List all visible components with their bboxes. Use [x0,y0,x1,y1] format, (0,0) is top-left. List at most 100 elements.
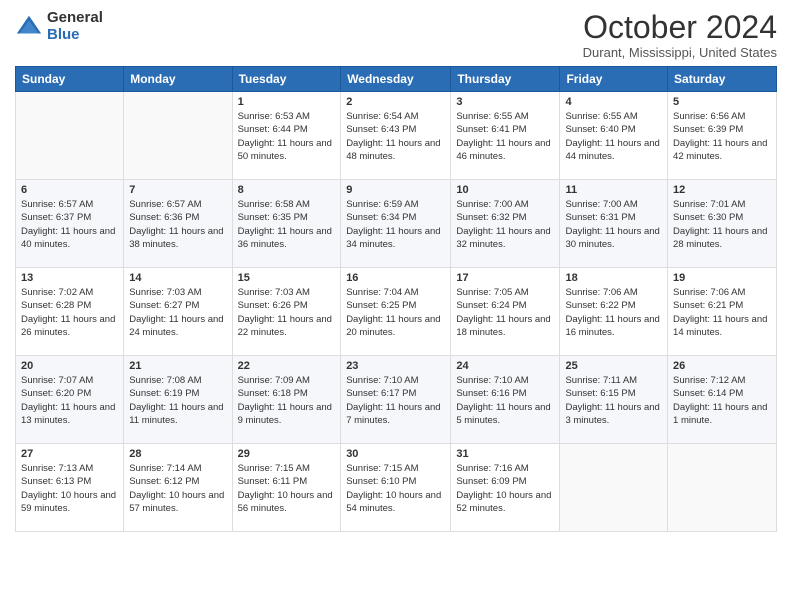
day-info: Sunrise: 6:54 AM Sunset: 6:43 PM Dayligh… [346,110,445,163]
day-info: Sunrise: 7:16 AM Sunset: 6:09 PM Dayligh… [456,462,554,515]
day-info: Sunrise: 7:15 AM Sunset: 6:10 PM Dayligh… [346,462,445,515]
calendar-cell: 30 Sunrise: 7:15 AM Sunset: 6:10 PM Dayli… [341,444,451,532]
logo: General Blue [15,10,103,43]
calendar-week-2: 6 Sunrise: 6:57 AM Sunset: 6:37 PM Daylig… [16,180,777,268]
day-number: 4 [565,96,662,108]
day-number: 29 [238,448,336,460]
day-info: Sunrise: 7:08 AM Sunset: 6:19 PM Dayligh… [129,374,226,427]
calendar-cell: 16 Sunrise: 7:04 AM Sunset: 6:25 PM Dayli… [341,268,451,356]
day-info: Sunrise: 7:10 AM Sunset: 6:17 PM Dayligh… [346,374,445,427]
calendar-cell: 25 Sunrise: 7:11 AM Sunset: 6:15 PM Dayli… [560,356,668,444]
day-info: Sunrise: 6:55 AM Sunset: 6:41 PM Dayligh… [456,110,554,163]
day-header-sunday: Sunday [16,67,124,92]
day-number: 8 [238,184,336,196]
day-info: Sunrise: 6:55 AM Sunset: 6:40 PM Dayligh… [565,110,662,163]
day-info: Sunrise: 6:53 AM Sunset: 6:44 PM Dayligh… [238,110,336,163]
calendar-cell: 27 Sunrise: 7:13 AM Sunset: 6:13 PM Dayli… [16,444,124,532]
calendar-table: SundayMondayTuesdayWednesdayThursdayFrid… [15,66,777,532]
day-info: Sunrise: 7:14 AM Sunset: 6:12 PM Dayligh… [129,462,226,515]
day-header-monday: Monday [124,67,232,92]
calendar-cell: 8 Sunrise: 6:58 AM Sunset: 6:35 PM Daylig… [232,180,341,268]
day-number: 27 [21,448,118,460]
calendar-cell: 18 Sunrise: 7:06 AM Sunset: 6:22 PM Dayli… [560,268,668,356]
day-number: 6 [21,184,118,196]
day-info: Sunrise: 6:56 AM Sunset: 6:39 PM Dayligh… [673,110,771,163]
day-number: 14 [129,272,226,284]
day-number: 30 [346,448,445,460]
day-header-friday: Friday [560,67,668,92]
day-number: 7 [129,184,226,196]
day-number: 25 [565,360,662,372]
calendar-cell [668,444,777,532]
calendar-cell: 19Sunrise: 7:06 AM Sunset: 6:21 PM Dayli… [668,268,777,356]
logo-general-text: General [47,10,103,27]
day-info: Sunrise: 7:13 AM Sunset: 6:13 PM Dayligh… [21,462,118,515]
calendar-week-1: 1Sunrise: 6:53 AM Sunset: 6:44 PM Daylig… [16,92,777,180]
page: General Blue October 2024 Durant, Missis… [0,0,792,612]
day-number: 3 [456,96,554,108]
calendar-cell: 6 Sunrise: 6:57 AM Sunset: 6:37 PM Daylig… [16,180,124,268]
day-info: Sunrise: 7:06 AM Sunset: 6:22 PM Dayligh… [565,286,662,339]
day-info: Sunrise: 7:15 AM Sunset: 6:11 PM Dayligh… [238,462,336,515]
calendar-week-4: 20 Sunrise: 7:07 AM Sunset: 6:20 PM Dayli… [16,356,777,444]
calendar-week-3: 13 Sunrise: 7:02 AM Sunset: 6:28 PM Dayli… [16,268,777,356]
day-number: 2 [346,96,445,108]
day-number: 31 [456,448,554,460]
day-header-tuesday: Tuesday [232,67,341,92]
day-number: 13 [21,272,118,284]
logo-text: General Blue [47,10,103,43]
day-info: Sunrise: 7:03 AM Sunset: 6:27 PM Dayligh… [129,286,226,339]
calendar-cell [560,444,668,532]
calendar-cell [16,92,124,180]
calendar-cell: 23 Sunrise: 7:10 AM Sunset: 6:17 PM Dayli… [341,356,451,444]
day-number: 12 [673,184,771,196]
calendar-cell: 29 Sunrise: 7:15 AM Sunset: 6:11 PM Dayli… [232,444,341,532]
calendar-cell: 11 Sunrise: 7:00 AM Sunset: 6:31 PM Dayli… [560,180,668,268]
day-header-row: SundayMondayTuesdayWednesdayThursdayFrid… [16,67,777,92]
day-number: 15 [238,272,336,284]
day-info: Sunrise: 7:00 AM Sunset: 6:32 PM Dayligh… [456,198,554,251]
day-number: 20 [21,360,118,372]
calendar-cell: 9Sunrise: 6:59 AM Sunset: 6:34 PM Daylig… [341,180,451,268]
day-info: Sunrise: 7:10 AM Sunset: 6:16 PM Dayligh… [456,374,554,427]
calendar-cell: 4 Sunrise: 6:55 AM Sunset: 6:40 PM Daylig… [560,92,668,180]
calendar-cell: 24 Sunrise: 7:10 AM Sunset: 6:16 PM Dayli… [451,356,560,444]
day-info: Sunrise: 7:05 AM Sunset: 6:24 PM Dayligh… [456,286,554,339]
calendar-cell: 26Sunrise: 7:12 AM Sunset: 6:14 PM Dayli… [668,356,777,444]
calendar-body: 1Sunrise: 6:53 AM Sunset: 6:44 PM Daylig… [16,92,777,532]
calendar-cell: 13 Sunrise: 7:02 AM Sunset: 6:28 PM Dayli… [16,268,124,356]
month-title: October 2024 [583,10,777,45]
location: Durant, Mississippi, United States [583,45,777,60]
day-info: Sunrise: 7:04 AM Sunset: 6:25 PM Dayligh… [346,286,445,339]
day-number: 21 [129,360,226,372]
day-info: Sunrise: 7:11 AM Sunset: 6:15 PM Dayligh… [565,374,662,427]
day-number: 24 [456,360,554,372]
day-info: Sunrise: 7:00 AM Sunset: 6:31 PM Dayligh… [565,198,662,251]
calendar-cell: 7 Sunrise: 6:57 AM Sunset: 6:36 PM Daylig… [124,180,232,268]
day-number: 17 [456,272,554,284]
calendar-cell: 15Sunrise: 7:03 AM Sunset: 6:26 PM Dayli… [232,268,341,356]
day-info: Sunrise: 6:57 AM Sunset: 6:37 PM Dayligh… [21,198,118,251]
day-info: Sunrise: 6:59 AM Sunset: 6:34 PM Dayligh… [346,198,445,251]
header: General Blue October 2024 Durant, Missis… [15,10,777,60]
day-info: Sunrise: 7:01 AM Sunset: 6:30 PM Dayligh… [673,198,771,251]
day-number: 22 [238,360,336,372]
day-info: Sunrise: 6:58 AM Sunset: 6:35 PM Dayligh… [238,198,336,251]
day-header-saturday: Saturday [668,67,777,92]
day-number: 28 [129,448,226,460]
calendar-cell: 17 Sunrise: 7:05 AM Sunset: 6:24 PM Dayli… [451,268,560,356]
day-info: Sunrise: 7:12 AM Sunset: 6:14 PM Dayligh… [673,374,771,427]
day-number: 11 [565,184,662,196]
day-info: Sunrise: 6:57 AM Sunset: 6:36 PM Dayligh… [129,198,226,251]
calendar-cell: 20 Sunrise: 7:07 AM Sunset: 6:20 PM Dayli… [16,356,124,444]
day-number: 18 [565,272,662,284]
calendar-cell: 1Sunrise: 6:53 AM Sunset: 6:44 PM Daylig… [232,92,341,180]
logo-blue-text: Blue [47,27,103,44]
day-number: 16 [346,272,445,284]
day-info: Sunrise: 7:02 AM Sunset: 6:28 PM Dayligh… [21,286,118,339]
day-number: 23 [346,360,445,372]
calendar-cell: 14 Sunrise: 7:03 AM Sunset: 6:27 PM Dayli… [124,268,232,356]
day-info: Sunrise: 7:07 AM Sunset: 6:20 PM Dayligh… [21,374,118,427]
calendar-header: SundayMondayTuesdayWednesdayThursdayFrid… [16,67,777,92]
calendar-cell: 31 Sunrise: 7:16 AM Sunset: 6:09 PM Dayli… [451,444,560,532]
